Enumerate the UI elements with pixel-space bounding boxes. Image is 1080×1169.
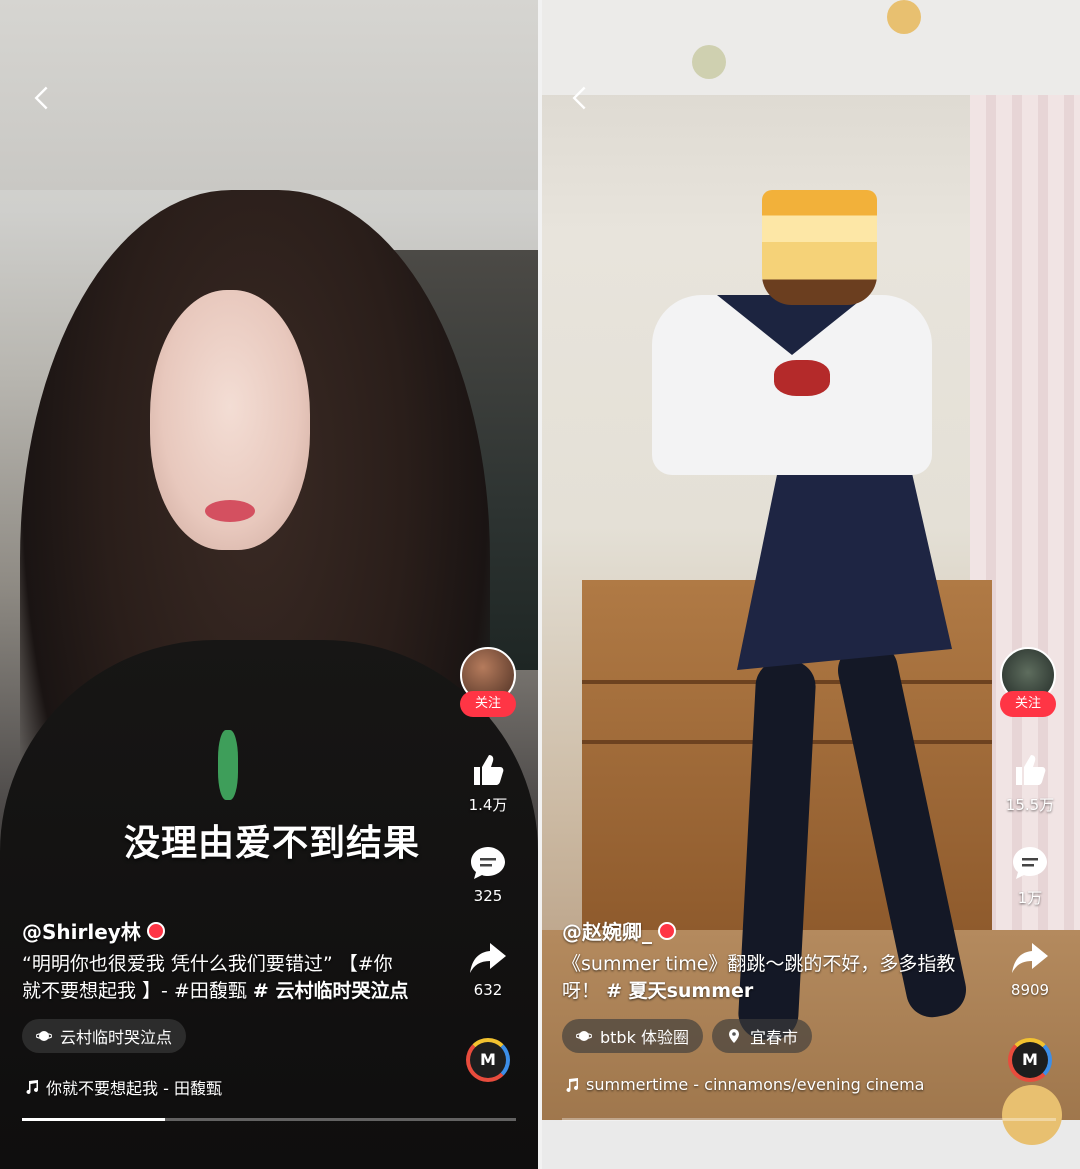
planet-icon (576, 1031, 592, 1041)
video-progress-bar[interactable] (562, 1118, 1056, 1121)
back-icon[interactable] (28, 84, 56, 112)
music-title: 你就不要想起我 - 田馥甄 (46, 1079, 222, 1098)
description-line-1: “明明你也很爱我 凭什么我们要错过” 【#你 (22, 953, 393, 975)
hashtag-link[interactable]: # 云村临时哭泣点 (253, 980, 409, 1002)
planet-icon (36, 1031, 52, 1041)
topic-chip-label: 云村临时哭泣点 (60, 1028, 173, 1047)
description-line-2: 呀！ # 夏天summer (562, 978, 982, 1005)
left-video-panel[interactable]: 没理由爱不到结果 关注 1.4万 325 632 @Shirley林 “明明你也… (0, 0, 538, 1169)
like-button[interactable]: 1.4万 (453, 750, 523, 815)
comment-icon (1013, 847, 1047, 879)
hashtag-link[interactable]: # 夏天summer (606, 980, 753, 1002)
username-text: @Shirley林 (22, 920, 141, 944)
music-info[interactable]: summertime - cinnamons/evening cinema (564, 1075, 924, 1094)
like-count: 15.5万 (1005, 796, 1055, 814)
progress-fill (22, 1118, 166, 1121)
topic-chip-label: btbk 体验圈 (600, 1028, 689, 1047)
share-count: 632 (473, 981, 503, 999)
thumbs-up-icon (474, 755, 504, 785)
right-video-panel[interactable]: 关注 15.5万 1万 8909 @赵婉卿_ 《summer time》翻跳～跳… (542, 0, 1080, 1169)
username-text: @赵婉卿_ (562, 920, 652, 944)
share-button[interactable]: 8909 (995, 937, 1065, 999)
topic-chip[interactable]: btbk 体验圈 (562, 1019, 703, 1053)
music-info[interactable]: 你就不要想起我 - 田馥甄 (24, 1075, 222, 1099)
back-icon[interactable] (566, 84, 594, 112)
location-chip[interactable]: 宜春市 (712, 1019, 813, 1053)
video-description: 《summer time》翻跳～跳的不好，多多指教 呀！ # 夏天summer (562, 951, 982, 1005)
share-button[interactable]: 632 (453, 937, 523, 999)
music-note-icon (26, 1080, 38, 1094)
location-chip-label: 宜春市 (750, 1028, 799, 1047)
like-count: 1.4万 (468, 796, 508, 814)
music-disc-icon[interactable]: M (466, 1038, 510, 1082)
music-disc-icon[interactable]: M (1008, 1038, 1052, 1082)
description-line-2: 就不要想起我 】- #田馥甄 # 云村临时哭泣点 (22, 978, 442, 1005)
follow-button[interactable]: 关注 (1000, 691, 1056, 717)
follow-button[interactable]: 关注 (460, 691, 516, 717)
verified-badge-icon (658, 921, 676, 940)
location-pin-icon (729, 1029, 739, 1043)
comment-button[interactable]: 1万 (995, 843, 1065, 908)
video-description: “明明你也很爱我 凭什么我们要错过” 【#你 就不要想起我 】- #田馥甄 # … (22, 951, 442, 1005)
music-note-icon (566, 1077, 578, 1092)
topic-chip[interactable]: 云村临时哭泣点 (22, 1019, 187, 1053)
pudding-sticker (762, 190, 877, 305)
comment-count: 325 (473, 887, 503, 905)
comment-icon (471, 847, 505, 879)
like-button[interactable]: 15.5万 (995, 750, 1065, 815)
video-progress-bar[interactable] (22, 1118, 516, 1121)
description-line-2-plain: 就不要想起我 】- #田馥甄 (22, 980, 253, 1002)
creator-avatar[interactable]: 关注 (460, 647, 516, 723)
share-count: 8909 (1010, 981, 1050, 999)
creator-username[interactable]: @Shirley林 (22, 916, 165, 945)
comment-button[interactable]: 325 (453, 843, 523, 905)
share-arrow-icon (1012, 943, 1048, 973)
creator-avatar[interactable]: 关注 (1000, 647, 1056, 723)
video-caption-overlay: 没理由爱不到结果 (124, 823, 421, 864)
music-title: summertime - cinnamons/evening cinema (586, 1075, 925, 1094)
description-line-1: 《summer time》翻跳～跳的不好，多多指教 (562, 953, 956, 975)
comment-count: 1万 (1017, 889, 1043, 907)
share-arrow-icon (470, 943, 506, 973)
creator-username[interactable]: @赵婉卿_ (562, 916, 676, 945)
verified-badge-icon (146, 921, 165, 940)
description-line-2-plain: 呀！ (562, 980, 601, 1002)
thumbs-up-icon (1016, 755, 1046, 785)
